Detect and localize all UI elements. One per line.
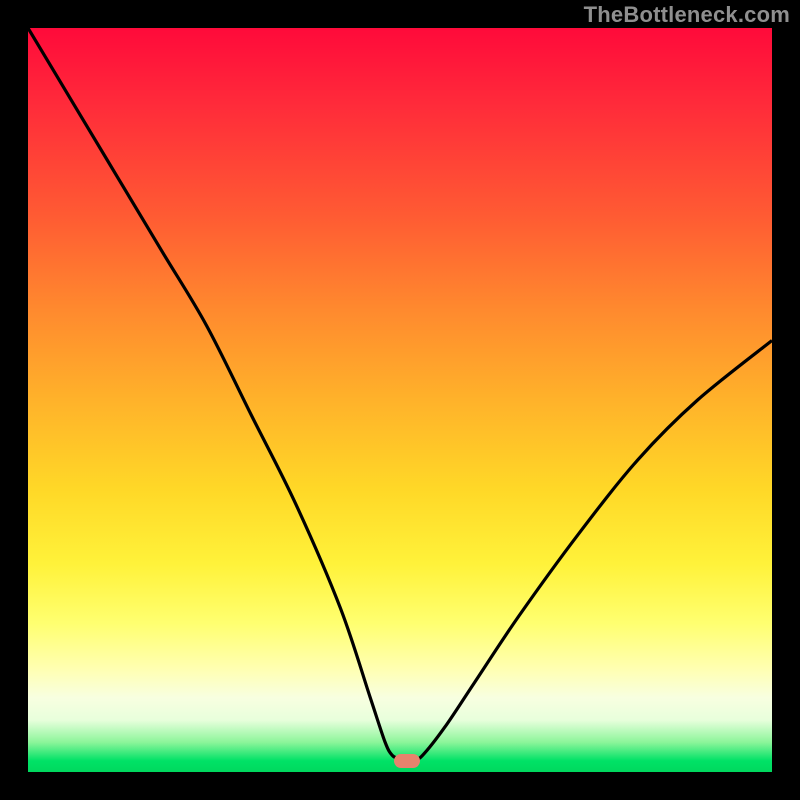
plot-area [28, 28, 772, 772]
optimum-marker [394, 754, 420, 768]
chart-frame: TheBottleneck.com [0, 0, 800, 800]
watermark-text: TheBottleneck.com [584, 2, 790, 28]
bottleneck-curve [28, 28, 772, 759]
curve-layer [28, 28, 772, 772]
